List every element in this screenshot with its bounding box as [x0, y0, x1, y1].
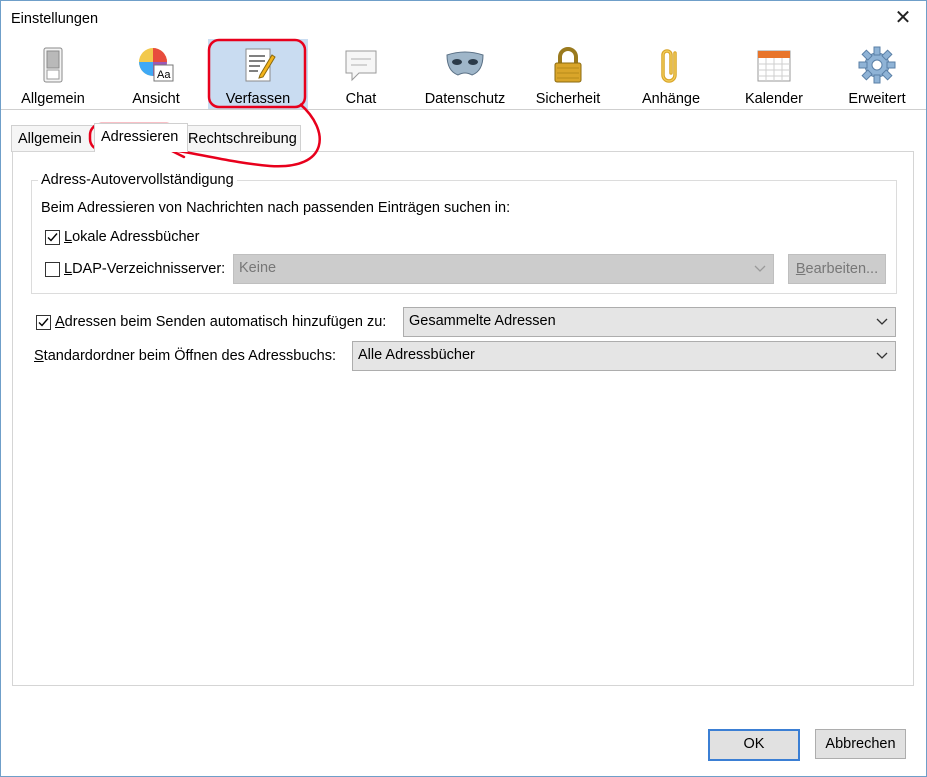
padlock-icon — [554, 47, 582, 83]
close-icon[interactable]: ✕ — [892, 7, 914, 29]
auto-add-checkbox[interactable] — [36, 315, 51, 330]
toolbar-label: Sicherheit — [535, 91, 601, 107]
ldap-checkbox[interactable] — [45, 262, 60, 277]
label-text: tandardordner beim Öffnen des Adressbuch… — [43, 348, 337, 364]
window-title: Einstellungen — [11, 11, 99, 27]
chevron-down-icon — [876, 352, 888, 359]
edit-ldap-button[interactable]: Bearbeiten... — [788, 254, 886, 284]
autocomplete-group: Adress-Autovervollständigung Beim Adress… — [31, 172, 897, 294]
accesskey: L — [64, 229, 73, 245]
tab-allgemein[interactable]: Allgemein — [11, 125, 95, 152]
toolbar-item-allgemein[interactable]: Allgemein — [4, 39, 102, 109]
toolbar-label: Chat — [345, 91, 377, 107]
select-value: Keine — [239, 260, 277, 276]
preferences-window: Einstellungen ✕ Allgemein Aa Ansicht Ver… — [0, 0, 927, 777]
auto-add-label[interactable]: Adressen beim Senden automatisch hinzufü… — [55, 314, 386, 330]
toolbar-item-kalender[interactable]: Kalender — [725, 39, 823, 109]
mask-icon — [446, 51, 484, 76]
toolbar-item-verfassen[interactable]: Verfassen — [208, 39, 308, 109]
palette-icon: Aa — [139, 48, 174, 82]
autocomplete-description: Beim Adressieren von Nachrichten nach pa… — [41, 200, 511, 216]
toolbar-label: Verfassen — [225, 91, 291, 107]
switch-icon — [43, 47, 63, 83]
toolbar-label: Datenschutz — [424, 91, 506, 107]
accesskey: A — [55, 314, 65, 330]
local-addressbooks-label[interactable]: Lokale Adressbücher — [64, 229, 199, 245]
chat-icon — [345, 50, 377, 82]
toolbar-label: Ansicht — [132, 91, 180, 107]
tab-rechtschreibung[interactable]: Rechtschreibung — [181, 125, 301, 152]
chevron-down-icon — [754, 265, 766, 272]
tab-adressieren[interactable]: Adressieren — [94, 123, 188, 152]
ok-button[interactable]: OK — [708, 729, 800, 761]
gear-icon — [858, 46, 896, 84]
cancel-button[interactable]: Abbrechen — [815, 729, 906, 759]
toolbar-label: Anhänge — [641, 91, 701, 107]
checkmark-icon — [38, 318, 49, 327]
toolbar-label: Erweitert — [848, 91, 906, 107]
collected-addresses-select[interactable]: Gesammelte Adressen — [403, 307, 896, 337]
accesskey: S — [34, 348, 44, 364]
chevron-down-icon — [876, 318, 888, 325]
title-bar: Einstellungen ✕ — [1, 1, 926, 37]
button-text: earbeiten... — [805, 261, 879, 277]
ldap-label[interactable]: LDAP-Verzeichnisserver: — [64, 261, 225, 277]
select-value: Gesammelte Adressen — [409, 313, 556, 329]
group-title: Adress-Autovervollständigung — [38, 172, 237, 188]
category-toolbar: Allgemein Aa Ansicht Verfassen Chat Date… — [1, 37, 926, 110]
toolbar-item-chat[interactable]: Chat — [312, 39, 410, 109]
toolbar-item-erweitert[interactable]: Erweitert — [828, 39, 926, 109]
checkmark-icon — [47, 233, 58, 242]
toolbar-item-sicherheit[interactable]: Sicherheit — [519, 39, 617, 109]
paperclip-icon — [661, 49, 677, 83]
compose-icon — [245, 48, 276, 82]
label-text: okale Adressbücher — [72, 229, 200, 245]
toolbar-item-datenschutz[interactable]: Datenschutz — [416, 39, 514, 109]
local-addressbooks-checkbox[interactable] — [45, 230, 60, 245]
toolbar-item-anhaenge[interactable]: Anhänge — [622, 39, 720, 109]
default-folder-label: Standardordner beim Öffnen des Adressbuc… — [34, 348, 336, 364]
ldap-server-select[interactable]: Keine — [233, 254, 774, 284]
toolbar-label: Allgemein — [21, 91, 85, 107]
toolbar-item-ansicht[interactable]: Aa Ansicht — [107, 39, 205, 109]
default-addressbook-select[interactable]: Alle Adressbücher — [352, 341, 896, 371]
tab-panel: Adress-Autovervollständigung Beim Adress… — [12, 151, 914, 686]
label-text: DAP-Verzeichnisserver: — [72, 261, 226, 277]
svg-text:Aa: Aa — [157, 69, 171, 81]
select-value: Alle Adressbücher — [358, 347, 475, 363]
accesskey: B — [795, 261, 806, 277]
accesskey: L — [64, 261, 73, 277]
calendar-icon — [757, 50, 791, 82]
toolbar-label: Kalender — [744, 91, 804, 107]
label-text: dressen beim Senden automatisch hinzufüg… — [64, 314, 387, 330]
toolbar-divider — [1, 109, 926, 110]
